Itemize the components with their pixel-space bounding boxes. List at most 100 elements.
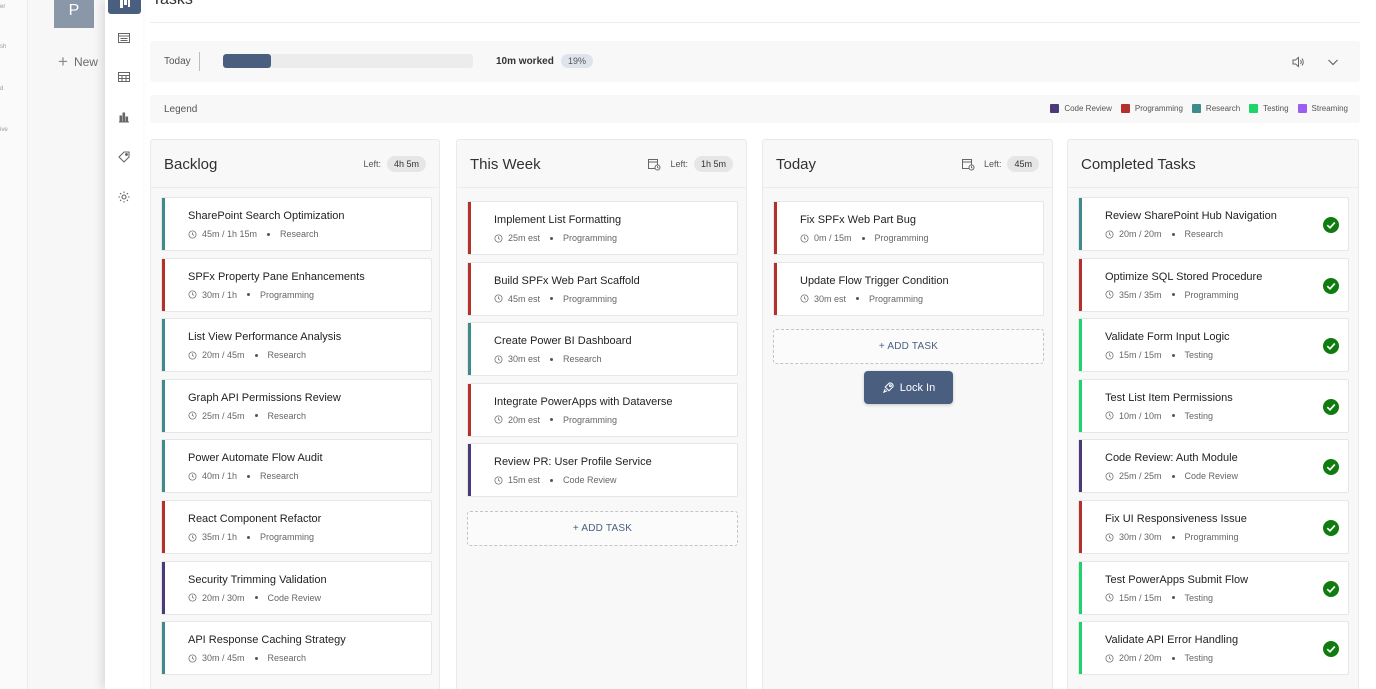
task-card[interactable]: Build SPFx Web Part Scaffold 45m est Progr…: [467, 261, 738, 316]
legend-item-label: Research: [1205, 104, 1241, 113]
task-card[interactable]: List View Performance Analysis 20m / 45m R…: [161, 318, 432, 373]
time-left: Left: 45m: [961, 156, 1039, 172]
task-title: Optimize SQL Stored Procedure: [1105, 270, 1263, 283]
task-card[interactable]: Review SharePoint Hub Navigation 20m / 20…: [1078, 197, 1349, 251]
task-card[interactable]: SPFx Property Pane Enhancements 30m / 1h P…: [161, 257, 432, 312]
page-title: Tasks: [152, 0, 193, 9]
task-meta: 20m / 20m Testing: [1105, 653, 1213, 663]
legend-item: Code Review: [1050, 104, 1112, 113]
column-backlog: Backlog Left: 4h 5m SharePoint Search Op…: [150, 139, 440, 689]
task-card[interactable]: Implement List Formatting 25m est Programm…: [467, 201, 738, 255]
task-title: SharePoint Search Optimization: [188, 210, 345, 222]
separator-dot: [550, 236, 554, 240]
nav-fragment[interactable]: sh: [0, 44, 6, 50]
separator-dot: [861, 236, 865, 240]
task-title: Graph API Permissions Review: [188, 391, 341, 404]
list-icon[interactable]: [112, 26, 136, 50]
separator-dot: [247, 535, 251, 539]
task-title: Power Automate Flow Audit: [188, 452, 323, 465]
column-header: This Week Left: 1h 5m: [457, 140, 746, 188]
legend-swatch: [1297, 104, 1307, 113]
task-card[interactable]: Test PowerApps Submit Flow 15m / 15m Testi…: [1078, 560, 1349, 615]
task-time: 15m / 15m: [1119, 350, 1162, 361]
task-card[interactable]: Code Review: Auth Module 25m / 25m Code Re…: [1078, 439, 1349, 494]
task-card[interactable]: Optimize SQL Stored Procedure 35m / 35m Pr…: [1078, 257, 1349, 312]
task-time: 20m est: [508, 414, 541, 425]
lock-in-button[interactable]: Lock In: [864, 371, 953, 404]
task-card[interactable]: Power Automate Flow Audit 40m / 1h Researc…: [161, 439, 432, 494]
add-task-button[interactable]: + ADD TASK: [773, 329, 1044, 364]
task-time: 30m est: [508, 354, 541, 365]
time-left-label: Left:: [983, 159, 1002, 169]
gear-icon[interactable]: [112, 185, 136, 209]
schedule-icon[interactable]: [961, 157, 975, 171]
clock-icon: [494, 233, 503, 243]
legend-item-label: Streaming: [1311, 104, 1348, 113]
add-task-button[interactable]: + ADD TASK: [467, 511, 738, 546]
clock-icon: [494, 476, 503, 485]
task-title: Test PowerApps Submit Flow: [1105, 573, 1249, 586]
speaker-icon[interactable]: [1290, 54, 1306, 70]
task-card[interactable]: Graph API Permissions Review 25m / 45m Res…: [161, 378, 432, 433]
task-title: Code Review: Auth Module: [1105, 452, 1238, 465]
worked-time: 10m worked: [496, 56, 554, 67]
separator-dot: [254, 414, 258, 418]
board-icon[interactable]: [108, 0, 141, 14]
clock-icon: [188, 290, 197, 299]
tag-icon[interactable]: [112, 145, 136, 169]
lock-in-label: Lock In: [899, 381, 936, 394]
task-card[interactable]: SharePoint Search Optimization 45m / 1h 1…: [161, 197, 432, 251]
chart-icon[interactable]: [112, 105, 136, 129]
category-stripe: [468, 202, 471, 254]
task-category: Programming: [1184, 532, 1239, 542]
legend-item: Testing: [1249, 104, 1289, 113]
task-meta: 40m / 1h Research: [188, 471, 299, 481]
check-circle-icon: [1323, 459, 1339, 476]
new-button[interactable]: + New: [58, 53, 98, 70]
task-category: Programming: [563, 414, 618, 425]
avatar[interactable]: P: [54, 0, 94, 28]
task-title: List View Performance Analysis: [188, 331, 342, 344]
task-title: Create Power BI Dashboard: [494, 335, 632, 348]
task-card[interactable]: Fix UI Responsiveness Issue 30m / 30m Prog…: [1078, 500, 1349, 554]
task-time: 45m est: [508, 293, 541, 304]
task-meta: 30m est Programming: [800, 294, 923, 304]
clock-icon: [188, 593, 197, 602]
task-card[interactable]: Create Power BI Dashboard 30m est Research: [467, 322, 738, 377]
task-title: API Response Caching Strategy: [188, 634, 346, 647]
task-title: Fix SPFx Web Part Bug: [800, 214, 916, 226]
column-header: Completed Tasks: [1068, 140, 1358, 188]
category-stripe: [162, 319, 165, 372]
nav-fragment[interactable]: d: [0, 86, 3, 92]
category-stripe: [1079, 319, 1082, 372]
task-card[interactable]: Update Flow Trigger Condition 30m est Prog…: [773, 261, 1044, 316]
category-stripe: [468, 444, 471, 497]
task-category: Research: [267, 653, 307, 664]
task-card[interactable]: Validate Form Input Logic 15m / 15m Testin…: [1078, 318, 1349, 373]
task-card[interactable]: Fix SPFx Web Part Bug 0m / 15m Programming: [773, 201, 1044, 255]
clock-icon: [1105, 290, 1114, 299]
category-stripe: [162, 501, 165, 553]
nav-fragment[interactable]: ive: [0, 127, 8, 133]
task-time: 40m / 1h: [202, 471, 238, 482]
task-category: Testing: [1184, 592, 1214, 603]
calendar-icon[interactable]: [112, 65, 136, 89]
category-stripe: [1079, 258, 1082, 311]
schedule-icon[interactable]: [647, 157, 661, 171]
task-card[interactable]: Test List Item Permissions 10m / 10m Testi…: [1078, 378, 1349, 433]
task-card[interactable]: Security Trimming Validation 20m / 30m Cod…: [161, 560, 432, 615]
nav-fragment[interactable]: er: [0, 4, 5, 10]
task-card[interactable]: React Component Refactor 35m / 1h Programm…: [161, 500, 432, 554]
task-time: 20m / 20m: [1119, 229, 1162, 239]
column-this-week: This Week Left: 1h 5m + ADD TASK Impleme…: [456, 139, 747, 689]
task-card[interactable]: Validate API Error Handling 20m / 20m Test…: [1078, 621, 1349, 676]
task-card[interactable]: API Response Caching Strategy 30m / 45m Re…: [161, 621, 432, 676]
task-category: Testing: [1184, 653, 1214, 664]
task-card[interactable]: Review PR: User Profile Service 15m est Co…: [467, 443, 738, 498]
clock-icon: [1105, 351, 1114, 360]
today-label: Today: [164, 56, 191, 67]
task-title: Review PR: User Profile Service: [494, 456, 652, 469]
outer-nav-strip: er sh d ive: [0, 0, 28, 689]
task-card[interactable]: Integrate PowerApps with Dataverse 20m es…: [467, 382, 738, 437]
chevron-down-icon[interactable]: [1325, 54, 1341, 70]
